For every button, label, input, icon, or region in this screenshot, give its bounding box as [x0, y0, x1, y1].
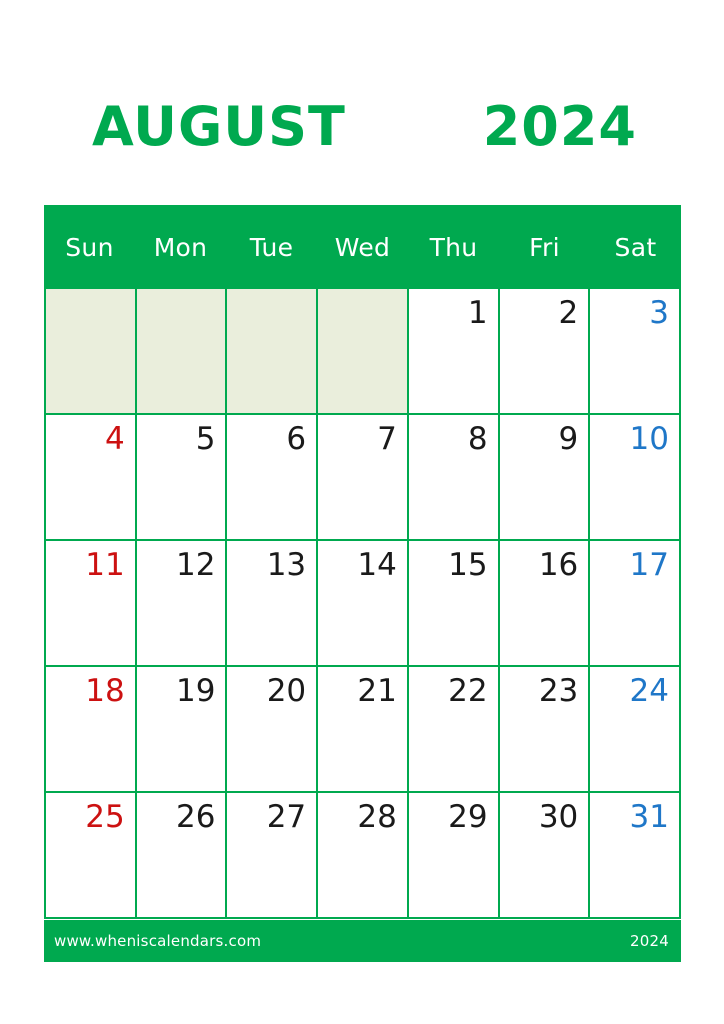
day-number: 2: [558, 295, 579, 331]
footer-website: www.wheniscalendars.com: [54, 932, 262, 950]
calendar-day-cell-empty: [227, 289, 317, 413]
weekday-header-sat: Sat: [614, 232, 657, 262]
day-number: 24: [629, 673, 669, 709]
footer-year: 2024: [630, 932, 669, 950]
calendar-day-cell[interactable]: 12: [136, 541, 226, 665]
day-number: 14: [357, 547, 397, 583]
day-number: 16: [538, 547, 579, 583]
calendar-day-cell[interactable]: 15: [408, 541, 498, 665]
weekday-header-wed: Wed: [334, 232, 391, 262]
day-number: 30: [538, 799, 579, 835]
day-number: 27: [266, 799, 307, 835]
day-number: 3: [649, 295, 669, 331]
day-number: 26: [175, 799, 216, 835]
calendar-day-cell[interactable]: 31: [590, 793, 679, 917]
day-number: 10: [629, 421, 669, 457]
calendar-day-cell[interactable]: 17: [590, 541, 679, 665]
day-number: 9: [558, 421, 579, 457]
weekday-header-mon: Mon: [153, 232, 208, 262]
calendar-day-cell[interactable]: 1: [408, 289, 498, 413]
calendar-day-cell[interactable]: 23: [499, 667, 589, 791]
calendar-footer: www.wheniscalendars.com 2024: [44, 920, 681, 962]
day-number: 6: [286, 421, 307, 457]
day-number: 22: [448, 673, 488, 709]
weekday-header-thu: Thu: [429, 232, 478, 262]
weekday-header-row: Sun Mon Tue Wed Thu Fri Sat: [44, 205, 681, 289]
calendar-day-cell[interactable]: 29: [408, 793, 498, 917]
calendar-day-cell[interactable]: 28: [318, 793, 407, 917]
day-number: 17: [629, 547, 669, 583]
calendar-grid: Sun Mon Tue Wed Thu Fri Sat 1 2 3 4 5 6 7 8 9 10 11 12 13 1…: [44, 205, 681, 919]
day-number: 31: [629, 799, 669, 835]
day-number: 19: [175, 673, 216, 709]
calendar-day-cell[interactable]: 18: [46, 667, 135, 791]
calendar-day-cell[interactable]: 13: [227, 541, 317, 665]
calendar-day-cell[interactable]: 25: [46, 793, 135, 917]
calendar-day-cell[interactable]: 30: [499, 793, 589, 917]
calendar-weeks: 1 2 3 4 5 6 7 8 9 10 11 12 13 14 15 16 17 18 19 20 21 22 23 24 2…: [44, 289, 681, 919]
day-number: 15: [448, 547, 488, 583]
day-number: 8: [467, 421, 488, 457]
calendar-day-cell[interactable]: 5: [136, 415, 226, 539]
day-number: 4: [104, 421, 125, 457]
calendar-day-cell-empty: [136, 289, 226, 413]
calendar-day-cell[interactable]: 9: [499, 415, 589, 539]
day-number: 18: [85, 673, 125, 709]
page-title-month: AUGUST: [92, 95, 346, 158]
day-number: 7: [377, 421, 397, 457]
day-number: 11: [85, 547, 125, 583]
calendar-day-cell[interactable]: 22: [408, 667, 498, 791]
calendar-day-cell[interactable]: 11: [46, 541, 135, 665]
calendar-day-cell[interactable]: 6: [227, 415, 317, 539]
weekday-header-tue: Tue: [249, 232, 294, 262]
calendar-day-cell[interactable]: 14: [318, 541, 407, 665]
page-title-year: 2024: [482, 95, 637, 158]
calendar-day-cell-empty: [46, 289, 135, 413]
calendar-day-cell[interactable]: 19: [136, 667, 226, 791]
calendar-day-cell[interactable]: 16: [499, 541, 589, 665]
calendar-day-cell[interactable]: 26: [136, 793, 226, 917]
calendar-day-cell[interactable]: 21: [318, 667, 407, 791]
day-number: 29: [448, 799, 488, 835]
day-number: 20: [266, 673, 307, 709]
calendar-day-cell[interactable]: 2: [499, 289, 589, 413]
day-number: 21: [357, 673, 397, 709]
day-number: 23: [538, 673, 579, 709]
day-number: 12: [175, 547, 216, 583]
calendar-day-cell[interactable]: 4: [46, 415, 135, 539]
calendar-day-cell[interactable]: 27: [227, 793, 317, 917]
calendar-day-cell[interactable]: 20: [227, 667, 317, 791]
calendar-title: AUGUST 2024: [44, 92, 637, 162]
day-number: 28: [357, 799, 397, 835]
weekday-header-sun: Sun: [65, 232, 114, 262]
calendar-day-cell[interactable]: 7: [318, 415, 407, 539]
day-number: 1: [467, 295, 488, 331]
calendar-day-cell[interactable]: 8: [408, 415, 498, 539]
day-number: 5: [195, 421, 216, 457]
day-number: 13: [266, 547, 307, 583]
calendar-day-cell[interactable]: 10: [590, 415, 679, 539]
calendar-day-cell[interactable]: 3: [590, 289, 679, 413]
calendar-page: AUGUST 2024 Sun Mon Tue Wed Thu Fri Sat 123456…: [0, 0, 724, 1024]
weekday-header-fri: Fri: [529, 232, 560, 262]
calendar-day-cell-empty: [318, 289, 407, 413]
calendar-day-cell[interactable]: 24: [590, 667, 679, 791]
day-number: 25: [85, 799, 125, 835]
